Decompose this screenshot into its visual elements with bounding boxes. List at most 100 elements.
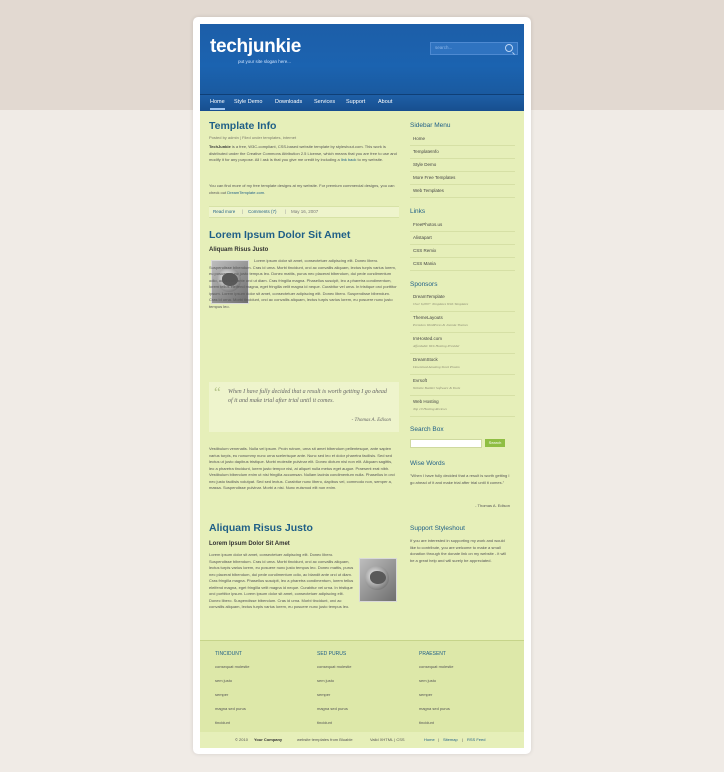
post-title-aliquam[interactable]: Aliquam Risus Justo xyxy=(209,522,313,534)
link-item[interactable]: CSS Mania xyxy=(410,257,515,271)
sponsor-name: ThemeLayouts xyxy=(413,315,443,320)
sponsor-item[interactable]: DreamTemplate Over 6,000+ Templates With … xyxy=(410,291,515,312)
link-label: CSS Remix xyxy=(413,248,437,253)
sidebar-item-home[interactable]: Home xyxy=(410,132,515,146)
sidebar-item-web-templates[interactable]: Web Templates xyxy=(410,184,515,198)
post-paragraph: TechJunkie is a free, W3C-compliant, CSS… xyxy=(209,144,397,164)
sponsor-desc: Affordable Web Hosting Provider xyxy=(413,344,460,348)
footer-home-link[interactable]: Home xyxy=(424,737,435,742)
dreamtemplate-link[interactable]: DreamTemplate.com xyxy=(227,190,264,195)
sponsor-desc: Top 10 Hosting Reviews xyxy=(413,407,447,411)
sponsor-desc: Over 6,000+ Templates With Templates xyxy=(413,302,469,306)
link-item[interactable]: CSS Remix xyxy=(410,244,515,258)
sponsor-desc: Download Amazing Stock Photos xyxy=(413,365,460,369)
quote-author: - Thomas A. Edison xyxy=(351,418,391,423)
post-body-3: Lorem ipsum dolor sit amet, consectetuer… xyxy=(209,552,354,609)
sponsor-name: DreamStock xyxy=(413,357,438,362)
sponsor-item[interactable]: ImHosted.com Affordable Web Hosting Provi… xyxy=(410,333,515,354)
sponsor-name: Web Hosting xyxy=(413,399,439,404)
nav-about[interactable]: About xyxy=(378,99,392,105)
link-label: CSS Mania xyxy=(413,261,436,266)
post-footer-bar: Read more | Comments (7) | May 16, 2007 xyxy=(209,206,399,218)
footer-link[interactable]: consequat molestie xyxy=(419,664,509,669)
post-title-template-info[interactable]: Template Info xyxy=(209,120,276,132)
post-body-2: Vestibulum venenatis. Nulla vel ipsum. P… xyxy=(209,446,395,490)
company-name[interactable]: Your Company xyxy=(254,737,282,742)
post-text-2-end: . xyxy=(264,189,266,195)
footer-link[interactable]: sem justo xyxy=(215,678,305,683)
wise-words-title: Wise Words xyxy=(410,460,445,467)
header-search-placeholder: search... xyxy=(435,45,453,50)
sidebar-item-label: Web Templates xyxy=(413,188,444,193)
valid-links[interactable]: Valid XHTML | CSS xyxy=(370,737,405,742)
nav-home[interactable]: Home xyxy=(210,99,225,110)
footer-link[interactable]: magna sed purus xyxy=(215,706,305,711)
sponsor-name: ImHosted.com xyxy=(413,336,443,341)
firefox-image xyxy=(359,558,397,602)
footer-sitemap-link[interactable]: Sitemap xyxy=(443,737,458,742)
post-strong: TechJunkie xyxy=(209,144,231,149)
post-title-lorem[interactable]: Lorem Ipsum Dolor Sit Amet xyxy=(209,229,350,241)
site-logo[interactable]: techjunkie xyxy=(210,36,301,58)
header: techjunkie put your site slogan here... … xyxy=(200,24,524,94)
footer-link[interactable]: tincidunt xyxy=(419,720,509,725)
sidebar-item-label: More Free Templates xyxy=(413,175,456,180)
sidebar-item-templateinfo[interactable]: TemplateInfo xyxy=(410,145,515,159)
comments-link[interactable]: Comments (7) xyxy=(248,209,277,214)
links-title: Links xyxy=(410,208,426,215)
sponsor-item[interactable]: Web Hosting Top 10 Hosting Reviews xyxy=(410,396,515,417)
separator: | xyxy=(285,209,287,214)
footer-link[interactable]: sem justo xyxy=(419,678,509,683)
post-subtitle: Aliquam Risus Justo xyxy=(209,247,269,253)
search-button[interactable]: Search xyxy=(485,439,505,447)
sidebar-item-more-templates[interactable]: More Free Templates xyxy=(410,171,515,185)
sponsor-name: Evrsoft xyxy=(413,378,428,383)
footer-link[interactable]: magna sed purus xyxy=(419,706,509,711)
nav-services[interactable]: Services xyxy=(314,99,335,105)
wise-words-text: "When I have fully decided that a result… xyxy=(410,473,510,485)
sponsor-item[interactable]: ThemeLayouts Premium WordPress & Joomla T… xyxy=(410,312,515,333)
separator: | xyxy=(438,737,440,742)
footer-link[interactable]: semper xyxy=(419,692,509,697)
sponsor-item[interactable]: DreamStock Download Amazing Stock Photos xyxy=(410,354,515,375)
site-slogan: put your site slogan here... xyxy=(238,59,292,64)
support-text: If you are interested in supporting my w… xyxy=(410,538,507,563)
nav-downloads[interactable]: Downloads xyxy=(275,99,302,105)
link-back[interactable]: link back xyxy=(341,157,357,162)
footer-link[interactable]: semper xyxy=(215,692,305,697)
footer-link[interactable]: consequat molestie xyxy=(317,664,407,669)
footer-link[interactable]: magna sed purus xyxy=(317,706,407,711)
copyright: © 2010 xyxy=(235,737,248,742)
post-meta: Posted by admin | Filed under templates,… xyxy=(209,135,297,140)
search-icon[interactable] xyxy=(505,44,513,52)
credits[interactable]: website templates from Bluable xyxy=(297,737,353,742)
sidebar-item-style-demo[interactable]: Style Demo xyxy=(410,158,515,172)
nav-style-demo[interactable]: Style Demo xyxy=(234,99,262,105)
link-item[interactable]: Alistapart xyxy=(410,231,515,245)
footer-column-title: PRAESENT xyxy=(419,651,446,657)
wise-words-author: - Thomas A. Edison xyxy=(475,503,510,508)
sponsor-item[interactable]: Evrsoft Website Builder Software & Tools xyxy=(410,375,515,396)
footer-column-title: TINCIDUNT xyxy=(215,651,242,657)
page-inner: techjunkie put your site slogan here... … xyxy=(200,24,524,748)
footer-rss-link[interactable]: RSS Feed xyxy=(467,737,485,742)
sidebar-item-label: TemplateInfo xyxy=(413,149,439,154)
separator: | xyxy=(462,737,464,742)
fox-icon xyxy=(370,571,386,584)
footer-link[interactable]: semper xyxy=(317,692,407,697)
footer-link[interactable]: tincidunt xyxy=(215,720,305,725)
link-label: Alistapart xyxy=(413,235,432,240)
sidebar-search-input[interactable] xyxy=(410,439,482,448)
nav-support[interactable]: Support xyxy=(346,99,365,105)
post-text-end: to my website. xyxy=(356,157,384,162)
quote-mark-icon: “ xyxy=(214,385,221,401)
footer-link[interactable]: tincidunt xyxy=(317,720,407,725)
sponsors-title: Sponsors xyxy=(410,281,438,288)
read-more-link[interactable]: Read more xyxy=(213,209,235,214)
separator: | xyxy=(242,209,244,214)
footer-link[interactable]: sem justo xyxy=(317,678,407,683)
footer-link[interactable]: consequat molestie xyxy=(215,664,305,669)
link-item[interactable]: FreePhotos.us xyxy=(410,218,515,232)
post-subtitle: Lorem Ipsum Dolor Sit Amet xyxy=(209,541,290,547)
header-search-input[interactable]: search... xyxy=(430,42,518,55)
